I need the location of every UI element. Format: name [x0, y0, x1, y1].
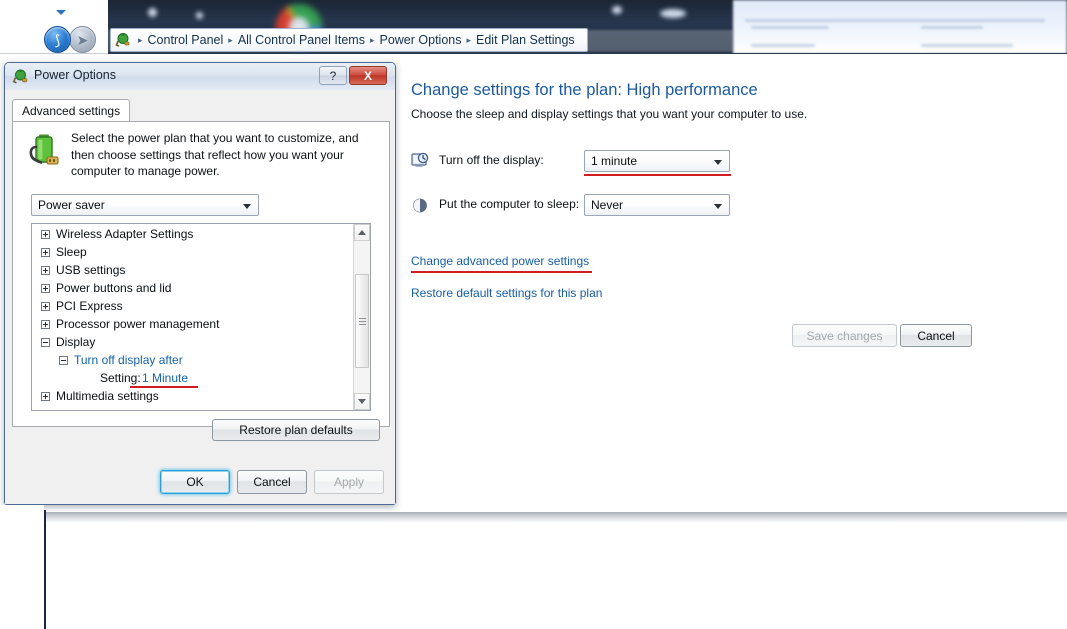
background-blur-dot [148, 8, 157, 17]
advanced-settings-tree[interactable]: Wireless Adapter Settings Sleep USB sett… [31, 223, 371, 411]
monitor-clock-icon [411, 152, 430, 171]
tree-item-label: Display [56, 335, 96, 349]
ok-button[interactable]: OK [160, 470, 230, 494]
chevron-down-icon[interactable] [56, 10, 66, 15]
moon-sleep-icon [411, 196, 430, 215]
scroll-up-icon[interactable] [354, 224, 370, 241]
background-blur-dot [612, 6, 622, 14]
expander-plus-icon[interactable] [41, 302, 50, 311]
background-blur-dot [660, 9, 686, 18]
breadcrumb[interactable]: ▸ Control Panel ▸ All Control Panel Item… [110, 28, 588, 52]
annotation-underline-advanced-link [411, 271, 592, 273]
breadcrumb-separator: ▸ [138, 34, 143, 45]
chevron-down-icon [714, 160, 722, 165]
power-options-icon [115, 32, 131, 48]
tree-item-sleep[interactable]: Sleep [32, 244, 352, 262]
tree-item-label: PCI Express [56, 299, 123, 313]
tab-advanced-settings[interactable]: Advanced settings [12, 99, 131, 122]
background-window-blurred [733, 0, 1067, 54]
expander-plus-icon[interactable] [41, 284, 50, 293]
tabstrip: Advanced settings [12, 99, 390, 122]
tree-setting-value[interactable]: 1 Minute [142, 371, 188, 385]
page-vertical-rule [44, 510, 46, 629]
edit-plan-settings-pane: Change settings for the plan: High perfo… [400, 60, 1067, 512]
tree-scrollbar[interactable] [353, 224, 370, 410]
tree-list: Wireless Adapter Settings Sleep USB sett… [32, 226, 352, 406]
power-plan-value: Power saver [38, 198, 105, 212]
setting-label-sleep: Put the computer to sleep: [439, 197, 580, 211]
power-plug-icon [12, 68, 29, 85]
page-title: Change settings for the plan: High perfo… [411, 81, 758, 99]
tree-item-pci-express[interactable]: PCI Express [32, 298, 352, 316]
power-plan-select[interactable]: Power saver [31, 194, 259, 216]
scroll-down-icon[interactable] [354, 393, 370, 410]
breadcrumb-item-all-control-panel-items[interactable]: All Control Panel Items [238, 33, 365, 47]
scrollbar-thumb[interactable] [355, 274, 369, 368]
turn-off-display-value: 1 minute [591, 154, 638, 168]
screen: ➤ ⟆ ▸ Control Panel ▸ All Control Panel … [0, 0, 1067, 629]
annotation-underline-display [584, 174, 731, 176]
chevron-down-icon [243, 204, 251, 209]
apply-button[interactable]: Apply [314, 470, 384, 494]
tree-item-label: Multimedia settings [56, 389, 159, 403]
link-restore-default-settings[interactable]: Restore default settings for this plan [411, 286, 602, 300]
navigation-buttons: ➤ ⟆ [44, 26, 106, 54]
tree-item-label: Power buttons and lid [56, 281, 172, 295]
breadcrumb-item-edit-plan-settings[interactable]: Edit Plan Settings [476, 33, 575, 47]
tree-item-multimedia-settings[interactable]: Multimedia settings [32, 388, 352, 406]
expander-plus-icon[interactable] [41, 392, 50, 401]
expander-minus-icon[interactable] [41, 338, 50, 347]
cancel-button[interactable]: Cancel [900, 324, 972, 347]
dialog-titlebar[interactable]: Power Options ? X [5, 63, 395, 91]
page-body-below [46, 512, 1067, 629]
help-button[interactable]: ? [319, 66, 347, 85]
turn-off-display-select[interactable]: 1 minute [584, 150, 730, 172]
link-change-advanced-power-settings[interactable]: Change advanced power settings [411, 254, 589, 268]
advanced-settings-panel: Select the power plan that you want to c… [12, 121, 390, 441]
power-options-dialog: Power Options ? X Advanced settings Sele… [4, 62, 396, 505]
chevron-down-icon [714, 204, 722, 209]
expander-plus-icon[interactable] [41, 230, 50, 239]
breadcrumb-separator: ▸ [228, 34, 233, 45]
page-subtitle: Choose the sleep and display settings th… [411, 107, 808, 121]
page-margin-left [0, 505, 44, 629]
close-icon[interactable]: X [349, 66, 387, 85]
battery-plug-icon [27, 131, 63, 169]
breadcrumb-item-control-panel[interactable]: Control Panel [148, 33, 224, 47]
tree-item-label: Sleep [56, 245, 87, 259]
expander-plus-icon[interactable] [41, 320, 50, 329]
expander-plus-icon[interactable] [41, 266, 50, 275]
sleep-timeout-value: Never [591, 198, 624, 212]
tree-item-wireless-adapter-settings[interactable]: Wireless Adapter Settings [32, 226, 352, 244]
background-blur-dot [196, 12, 203, 19]
expander-minus-icon[interactable] [59, 356, 68, 365]
sleep-timeout-select[interactable]: Never [584, 194, 730, 216]
breadcrumb-item-power-options[interactable]: Power Options [379, 33, 461, 47]
tree-item-usb-settings[interactable]: USB settings [32, 262, 352, 280]
expander-plus-icon[interactable] [41, 248, 50, 257]
tree-item-label: Processor power management [56, 317, 220, 331]
window-divider [108, 53, 1067, 54]
breadcrumb-separator: ▸ [466, 34, 471, 45]
save-changes-button[interactable]: Save changes [792, 324, 897, 347]
tree-item-label: Wireless Adapter Settings [56, 227, 194, 241]
tree-item-power-buttons-and-lid[interactable]: Power buttons and lid [32, 280, 352, 298]
tree-item-processor-power-management[interactable]: Processor power management [32, 316, 352, 334]
tree-item-setting-value[interactable]: Setting: 1 Minute [32, 370, 352, 388]
tree-setting-label: Setting: [100, 371, 141, 385]
setting-label-turn-off-display: Turn off the display: [439, 153, 544, 167]
tree-item-display[interactable]: Display [32, 334, 352, 352]
tree-item-label: USB settings [56, 263, 126, 277]
dialog-body: Advanced settings Select the power plan … [5, 90, 395, 504]
breadcrumb-separator: ▸ [369, 34, 375, 45]
dialog-description: Select the power plan that you want to c… [71, 131, 359, 178]
dialog-button-bar: OK Cancel Apply [5, 470, 395, 494]
forward-arrow-icon[interactable]: ➤ [69, 26, 96, 53]
tree-item-label: Turn off display after [74, 353, 183, 367]
dialog-cancel-button[interactable]: Cancel [237, 470, 307, 494]
restore-plan-defaults-button[interactable]: Restore plan defaults [212, 419, 380, 441]
dialog-title: Power Options [34, 68, 116, 82]
tree-item-turn-off-display-after[interactable]: Turn off display after [32, 352, 352, 370]
back-arrow-icon[interactable]: ⟆ [44, 26, 71, 53]
